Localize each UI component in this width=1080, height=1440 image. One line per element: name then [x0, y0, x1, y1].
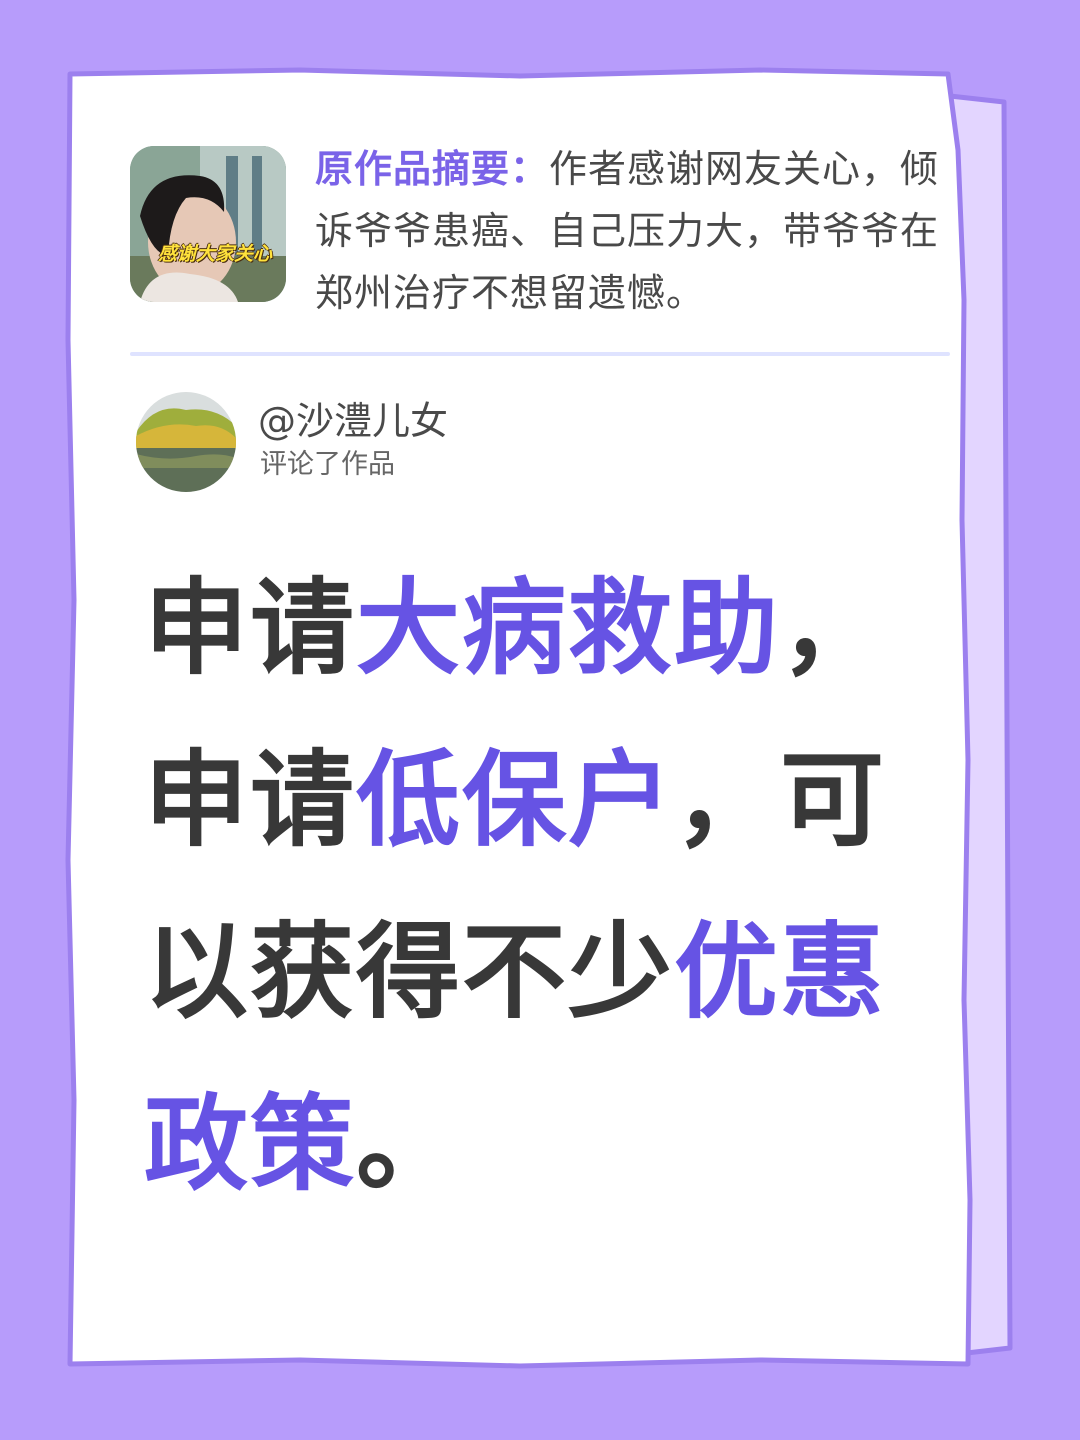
headline-text: 。	[356, 1083, 463, 1205]
headline-text: ，	[780, 567, 887, 689]
headline-text: 申请	[144, 739, 357, 861]
thumbnail-image	[130, 146, 286, 302]
original-work-thumbnail[interactable]: 感谢大家关心	[130, 146, 286, 302]
divider	[130, 352, 950, 356]
comment-action-label: 评论了作品	[260, 449, 395, 480]
headline-text: 申请	[144, 567, 357, 689]
note-card: 感谢大家关心 原作品摘要：作者感谢网友关心，倾诉爷爷患癌、自己压力大，带爷爷在郑…	[70, 74, 1006, 1364]
headline-highlight: 大病救助	[356, 567, 781, 689]
avatar-image	[136, 392, 236, 492]
headline-highlight: 优惠	[674, 911, 887, 1033]
comment-headline: 申请大病救助， 申请低保户，可 以获得不少优惠 政策。	[144, 542, 944, 1230]
headline-highlight: 低保户	[356, 739, 675, 861]
headline-text: ，可	[674, 739, 887, 861]
summary-text-block: 原作品摘要：作者感谢网友关心，倾诉爷爷患癌、自己压力大，带爷爷在郑州治疗不想留遗…	[315, 138, 955, 324]
comment-header: @沙澧儿女 评论了作品	[136, 392, 736, 492]
summary-label: 原作品摘要：	[315, 147, 550, 191]
headline-text: 以获得不少	[144, 911, 675, 1033]
avatar[interactable]	[136, 392, 236, 492]
thumbnail-caption: 感谢大家关心	[158, 243, 273, 265]
headline-highlight: 政策	[144, 1083, 357, 1205]
comment-username[interactable]: @沙澧儿女	[258, 398, 448, 444]
